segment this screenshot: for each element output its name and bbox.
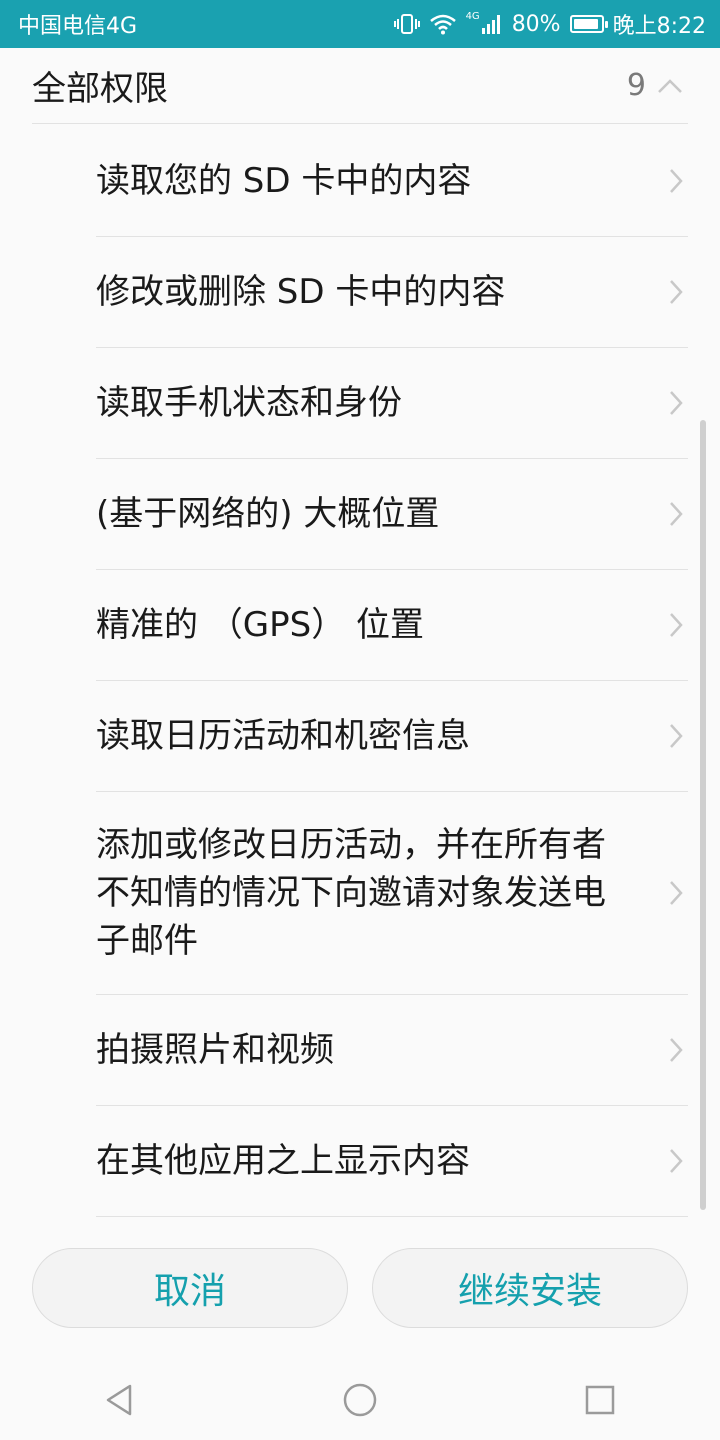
permission-label: 精准的 （GPS） 位置	[96, 605, 425, 645]
permission-item[interactable]: 在其他应用之上显示内容	[96, 1106, 688, 1217]
permission-label: 添加或修改日历活动，并在所有者不知情的情况下向邀请对象发送电子邮件	[96, 825, 606, 961]
continue-install-button[interactable]: 继续安装	[372, 1248, 688, 1328]
permission-label: (基于网络的) 大概位置	[96, 494, 440, 534]
permission-item[interactable]: 读取手机状态和身份	[96, 348, 688, 459]
permission-label: 读取手机状态和身份	[96, 383, 402, 423]
chevron-right-icon	[670, 613, 683, 637]
permissions-count: 9	[626, 68, 646, 103]
chevron-up-icon[interactable]	[656, 77, 684, 95]
status-bar: 中国电信4G 4G 80% 晚上8:22	[0, 0, 720, 48]
permission-item[interactable]: 精准的 （GPS） 位置	[96, 570, 688, 681]
permission-label: 拍摄照片和视频	[96, 1030, 334, 1070]
recent-apps-icon[interactable]	[580, 1380, 620, 1420]
permission-item[interactable]: 修改或删除 SD 卡中的内容	[96, 237, 688, 348]
status-icons: 4G 80% 晚上8:22	[393, 8, 706, 40]
chevron-right-icon	[670, 1149, 683, 1173]
battery-percent: 80%	[511, 11, 561, 37]
signal-icon: 4G	[465, 10, 503, 35]
permissions-header[interactable]: 全部权限 9	[32, 48, 688, 124]
chevron-right-icon	[670, 502, 683, 526]
wifi-icon	[429, 13, 457, 35]
navigation-bar	[0, 1360, 720, 1440]
permission-item[interactable]: 添加或修改日历活动，并在所有者不知情的情况下向邀请对象发送电子邮件	[96, 792, 688, 995]
cancel-button[interactable]: 取消	[32, 1248, 348, 1328]
permissions-title: 全部权限	[32, 69, 168, 109]
permission-item[interactable]: 读取您的 SD 卡中的内容	[96, 126, 688, 237]
permission-label: 读取日历活动和机密信息	[96, 716, 470, 756]
vibrate-icon	[393, 13, 420, 35]
permission-list: 读取您的 SD 卡中的内容 修改或删除 SD 卡中的内容 读取手机状态和身份 (…	[96, 126, 688, 1217]
chevron-right-icon	[670, 280, 683, 304]
permission-item[interactable]: 拍摄照片和视频	[96, 995, 688, 1106]
permission-item[interactable]: (基于网络的) 大概位置	[96, 459, 688, 570]
permission-label: 在其他应用之上显示内容	[96, 1141, 470, 1181]
permission-label: 读取您的 SD 卡中的内容	[96, 161, 472, 201]
chevron-right-icon	[670, 724, 683, 748]
chevron-right-icon	[670, 169, 683, 193]
battery-icon	[569, 15, 608, 33]
carrier-label: 中国电信4G	[18, 14, 138, 39]
back-icon[interactable]	[100, 1380, 140, 1420]
chevron-right-icon	[670, 391, 683, 415]
home-icon[interactable]	[340, 1380, 380, 1420]
chevron-right-icon	[670, 881, 683, 905]
network-badge: 4G	[465, 10, 480, 22]
chevron-right-icon	[670, 1038, 683, 1062]
permission-label: 修改或删除 SD 卡中的内容	[96, 272, 506, 312]
permission-item[interactable]: 读取日历活动和机密信息	[96, 681, 688, 792]
scrollbar[interactable]	[700, 420, 706, 1210]
clock: 晚上8:22	[612, 14, 706, 39]
